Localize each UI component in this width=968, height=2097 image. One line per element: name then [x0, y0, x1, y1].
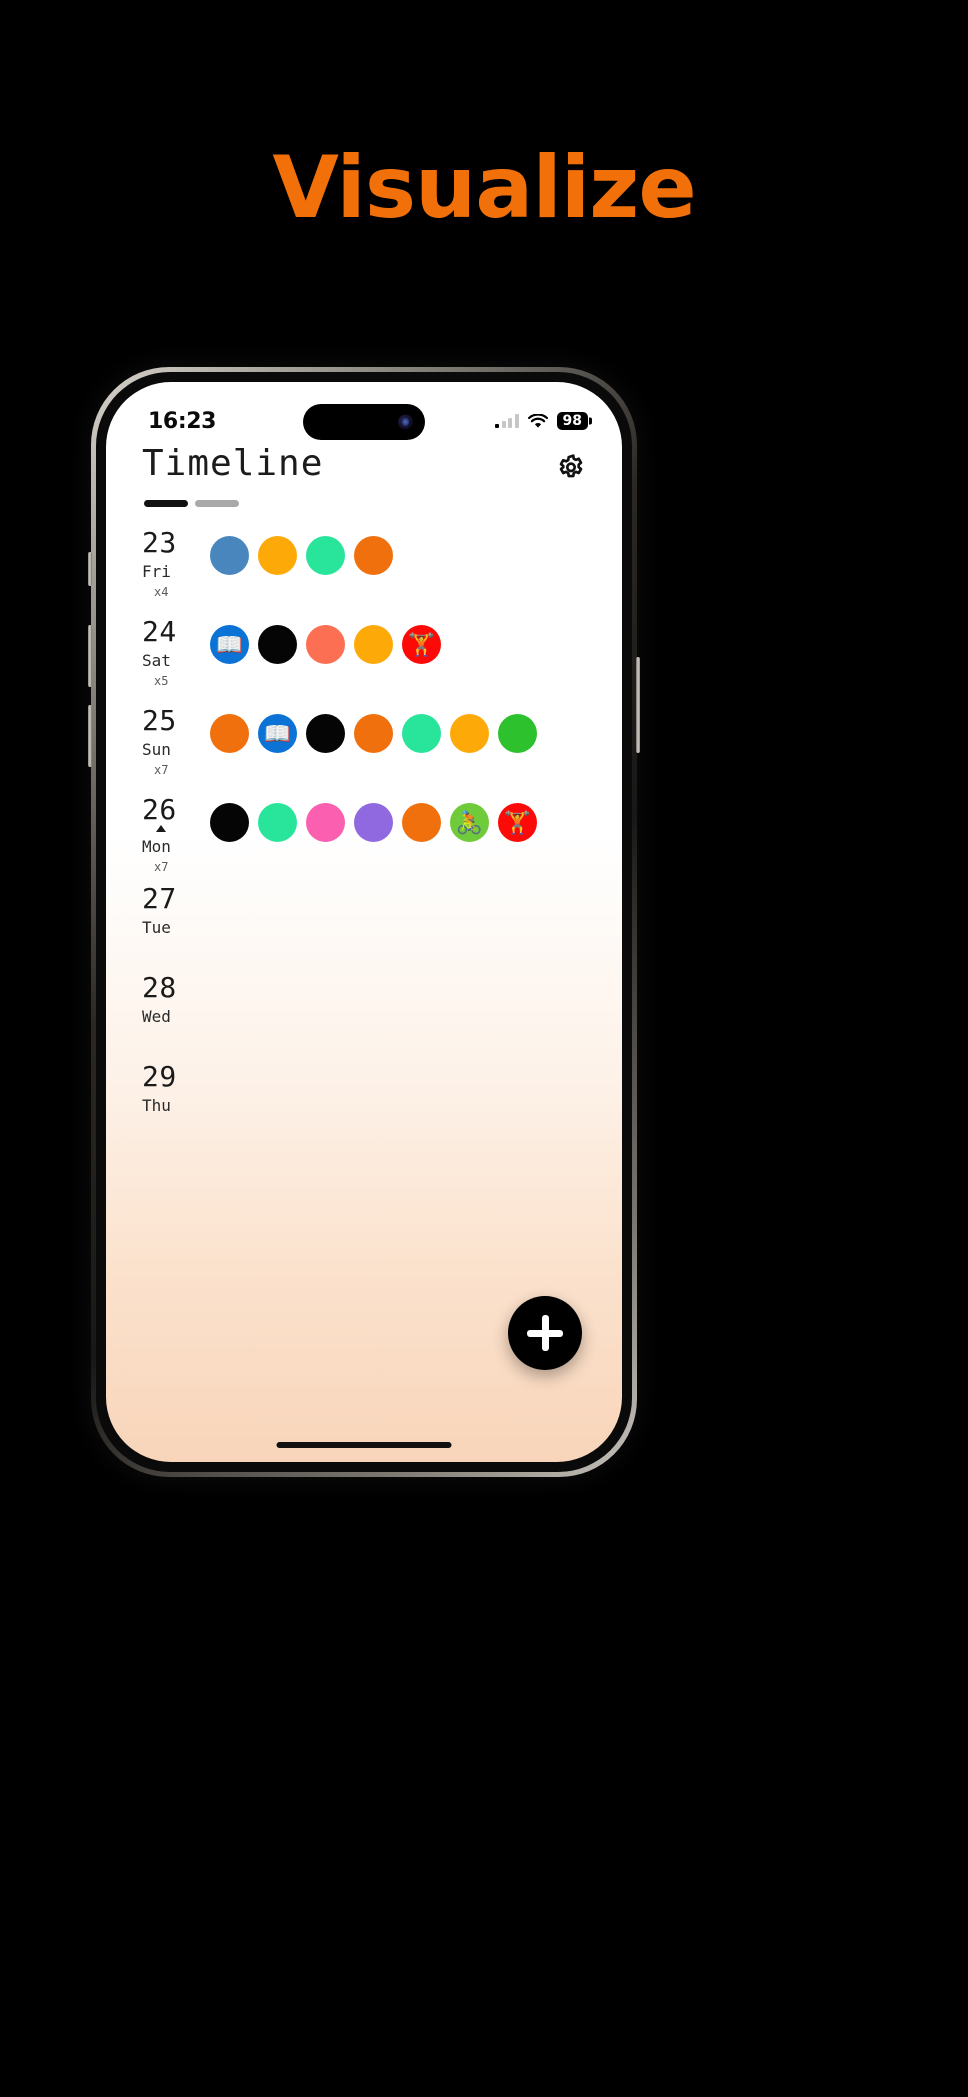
- dynamic-island: [303, 404, 425, 440]
- day-number: 24: [142, 615, 177, 648]
- entry-dot-with-emoji[interactable]: 🏋: [402, 625, 441, 664]
- entry-dot-with-emoji[interactable]: 📖: [258, 714, 297, 753]
- phone-bezel: 16:23 98 Timeline 23 Fri x4 24 Sat x5 📖 …: [96, 372, 632, 1472]
- day-entry-dots: 🚴 🏋: [210, 792, 537, 842]
- entry-dot[interactable]: [306, 625, 345, 664]
- day-label: 28 Wed: [142, 970, 204, 1025]
- entry-dot[interactable]: [450, 714, 489, 753]
- add-entry-fab[interactable]: [508, 1296, 582, 1370]
- entry-dot[interactable]: [402, 803, 441, 842]
- day-weekday: Mon: [142, 837, 171, 856]
- screen-title: Timeline: [142, 443, 324, 484]
- day-entry-count: x4: [154, 585, 169, 599]
- phone-mockup: 16:23 98 Timeline 23 Fri x4 24 Sat x5 📖 …: [88, 367, 640, 1477]
- entry-dot-with-emoji[interactable]: 📖: [210, 625, 249, 664]
- entry-dot[interactable]: [306, 803, 345, 842]
- day-entry-dots: [210, 525, 393, 575]
- silent-switch[interactable]: [88, 552, 92, 586]
- status-indicators: 98: [495, 412, 588, 430]
- today-marker-icon: [156, 825, 166, 832]
- page-dot-2[interactable]: [195, 500, 239, 507]
- day-weekday: Fri: [142, 562, 171, 581]
- timeline-day-row[interactable]: 26 Mon x7 🚴 🏋: [106, 792, 622, 881]
- day-label: 25 Sun x7: [142, 703, 204, 777]
- app-header: Timeline: [106, 444, 622, 486]
- day-number: 28: [142, 971, 177, 1004]
- timeline-day-row[interactable]: 25 Sun x7 📖: [106, 703, 622, 792]
- entry-dot[interactable]: [258, 625, 297, 664]
- app-screen: 16:23 98 Timeline 23 Fri x4 24 Sat x5 📖 …: [106, 382, 622, 1462]
- timeline-day-row[interactable]: 28 Wed: [106, 970, 622, 1059]
- day-number: 26: [142, 793, 177, 826]
- entry-dot[interactable]: [402, 714, 441, 753]
- day-number: 29: [142, 1060, 177, 1093]
- day-label: 24 Sat x5: [142, 614, 204, 688]
- entry-dot[interactable]: [354, 803, 393, 842]
- status-time: 16:23: [148, 408, 217, 434]
- plus-icon-vertical: [541, 1315, 549, 1351]
- timeline-day-row[interactable]: 24 Sat x5 📖 🏋: [106, 614, 622, 703]
- entry-dot-with-emoji[interactable]: 🏋: [498, 803, 537, 842]
- entry-dot-with-emoji[interactable]: 🚴: [450, 803, 489, 842]
- day-weekday: Thu: [142, 1096, 171, 1115]
- gear-icon[interactable]: [554, 452, 588, 486]
- page-dot-1[interactable]: [144, 500, 188, 507]
- entry-dot[interactable]: [354, 714, 393, 753]
- day-weekday: Wed: [142, 1007, 171, 1026]
- entry-dot[interactable]: [210, 803, 249, 842]
- day-entry-count: x5: [154, 674, 169, 688]
- day-entry-count: x7: [154, 763, 169, 777]
- day-number: 27: [142, 882, 177, 915]
- front-camera-icon: [398, 414, 413, 430]
- entry-dot[interactable]: [258, 803, 297, 842]
- timeline-day-row[interactable]: 23 Fri x4: [106, 525, 622, 614]
- volume-up-button[interactable]: [88, 625, 92, 687]
- day-entry-count: x7: [154, 860, 169, 874]
- page-indicator[interactable]: [144, 500, 239, 507]
- day-entry-dots: 📖 🏋: [210, 614, 441, 664]
- timeline-day-row[interactable]: 29 Thu: [106, 1059, 622, 1148]
- entry-dot[interactable]: [354, 536, 393, 575]
- promo-screenshot: Visualize 16:23 98 Timeline 23 Fri x4 24…: [0, 0, 968, 2097]
- volume-down-button[interactable]: [88, 705, 92, 767]
- entry-dot[interactable]: [354, 625, 393, 664]
- day-number: 25: [142, 704, 177, 737]
- day-weekday: Tue: [142, 918, 171, 937]
- day-label: 27 Tue: [142, 881, 204, 936]
- battery-indicator: 98: [556, 412, 588, 430]
- day-label: 29 Thu: [142, 1059, 204, 1114]
- entry-dot[interactable]: [306, 536, 345, 575]
- day-weekday: Sat: [142, 651, 171, 670]
- entry-dot[interactable]: [306, 714, 345, 753]
- power-button[interactable]: [636, 657, 640, 753]
- day-number: 23: [142, 526, 177, 559]
- entry-dot[interactable]: [210, 536, 249, 575]
- day-label: 23 Fri x4: [142, 525, 204, 599]
- home-indicator[interactable]: [276, 1442, 452, 1448]
- timeline-day-row[interactable]: 27 Tue: [106, 881, 622, 970]
- day-entry-dots: 📖: [210, 703, 537, 753]
- entry-dot[interactable]: [210, 714, 249, 753]
- page-title: Visualize: [272, 138, 696, 238]
- day-weekday: Sun: [142, 740, 171, 759]
- entry-dot[interactable]: [498, 714, 537, 753]
- cellular-signal-icon: [495, 414, 519, 428]
- entry-dot[interactable]: [258, 536, 297, 575]
- day-label: 26 Mon x7: [142, 792, 204, 874]
- wifi-icon: [527, 413, 548, 428]
